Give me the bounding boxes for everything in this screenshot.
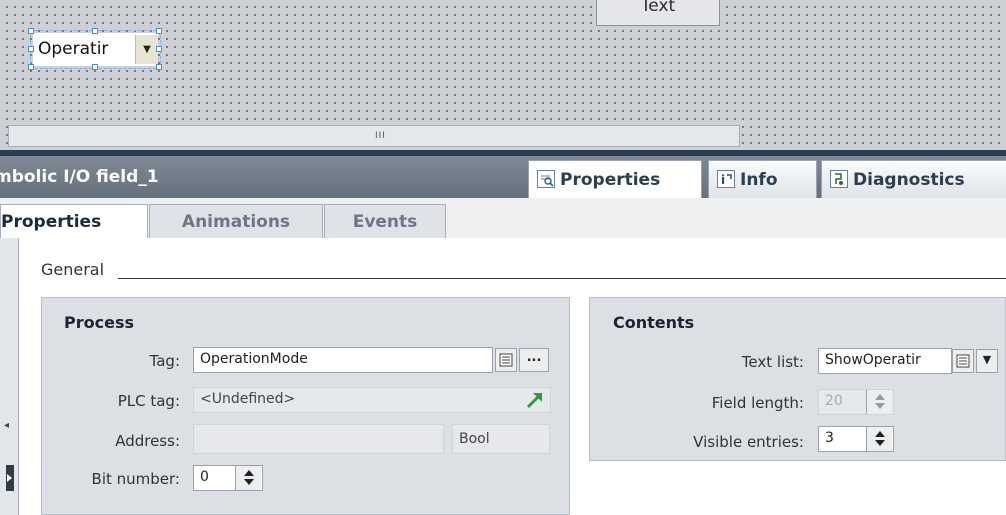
field-length-label: Field length: [711, 394, 804, 412]
tab-info-label: Info [740, 170, 778, 190]
subtab-properties[interactable]: Properties [0, 204, 148, 238]
text-object[interactable]: Text [596, 0, 720, 26]
bit-number-value: 0 [200, 469, 209, 485]
section-heading-general: General [41, 260, 105, 279]
subtab-animations[interactable]: Animations [149, 204, 323, 238]
tag-field[interactable]: OperationMode [193, 347, 493, 373]
address-type-field: Bool [452, 424, 550, 454]
tab-properties-label: Properties [560, 170, 661, 190]
visible-entries-label: Visible entries: [693, 433, 804, 451]
tab-properties[interactable]: Properties [528, 160, 702, 198]
info-icon: i [717, 170, 735, 188]
inspector-object-title: mbolic I/O field_1 [0, 167, 159, 187]
bit-number-label: Bit number: [91, 470, 180, 488]
subtab-events[interactable]: Events [324, 204, 446, 238]
tag-label: Tag: [149, 352, 180, 370]
address-label: Address: [115, 432, 180, 450]
field-length-spin-icon [866, 390, 892, 414]
tab-info[interactable]: i Info [708, 160, 817, 198]
properties-icon [537, 170, 555, 188]
bit-number-spin-icon[interactable] [235, 466, 261, 490]
text-list-label: Text list: [741, 353, 804, 371]
visible-entries-value: 3 [825, 430, 834, 446]
list-icon[interactable] [495, 348, 517, 372]
horizontal-scrollbar[interactable]: III [8, 125, 740, 147]
svg-text:i: i [721, 173, 725, 187]
address-field [193, 424, 444, 454]
resize-handle-e[interactable] [156, 46, 162, 52]
visible-entries-spin-icon[interactable] [866, 427, 892, 451]
text-object-label: Text [640, 0, 676, 16]
chevron-down-icon[interactable]: ▼ [976, 349, 998, 373]
diagnostics-icon [830, 170, 848, 188]
resize-handle-nw[interactable] [28, 28, 34, 34]
resize-handle-se[interactable] [156, 64, 162, 70]
go-to-tag-arrow-icon[interactable] [525, 390, 545, 410]
tab-diagnostics[interactable]: Diagnostics [821, 160, 1006, 198]
plc-tag-field: <Undefined> [193, 387, 551, 413]
field-length-value: 20 [825, 393, 843, 409]
resize-handle-sw[interactable] [28, 64, 34, 70]
tag-browse-button[interactable]: ... [519, 348, 549, 372]
resize-handle-s[interactable] [92, 64, 98, 70]
resize-handle-n[interactable] [92, 28, 98, 34]
chevron-left-icon[interactable]: ◂ [4, 420, 9, 431]
process-group-title: Process [64, 313, 134, 332]
section-divider [118, 278, 1006, 279]
text-list-browse-icon[interactable] [952, 349, 974, 373]
expand-arrow-icon[interactable] [6, 465, 14, 491]
scrollbar-grip[interactable]: III [375, 131, 386, 141]
contents-group-title: Contents [613, 313, 695, 332]
text-list-field[interactable]: ShowOperatir [818, 348, 952, 374]
resize-handle-w[interactable] [28, 46, 34, 52]
tab-diagnostics-label: Diagnostics [853, 170, 965, 190]
resize-handle-ne[interactable] [156, 28, 162, 34]
plc-tag-label: PLC tag: [117, 392, 180, 410]
